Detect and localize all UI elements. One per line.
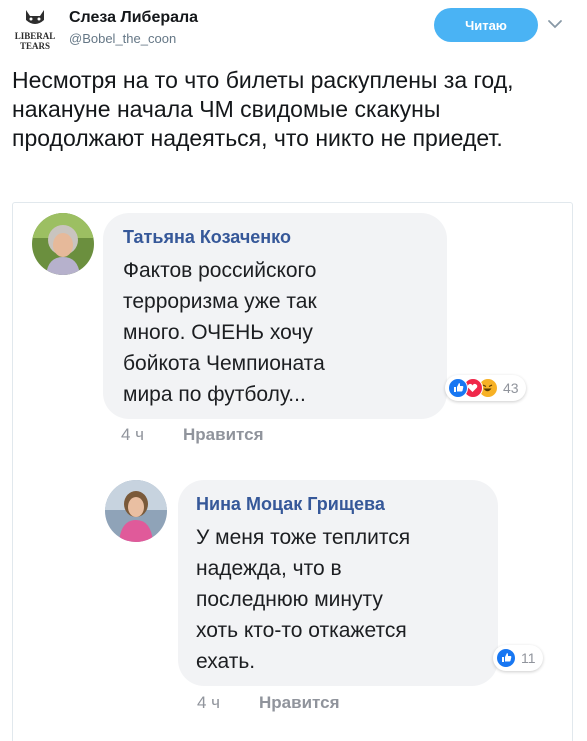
comment-text: У меня тоже теплится надежда, что в посл… xyxy=(196,526,411,673)
like-link[interactable]: Нравится xyxy=(259,693,340,713)
tweet-header: LIBERAL TEARS Слеза Либерала @Bobel_the_… xyxy=(0,0,587,60)
comment-text: Фактов российского терроризма уже так мн… xyxy=(123,259,325,406)
attached-image[interactable]: Татьяна Козаченко Фактов российского тер… xyxy=(12,202,573,741)
author-handle[interactable]: @Bobel_the_coon xyxy=(69,31,176,46)
logo-text-tears: TEARS xyxy=(20,41,50,51)
reaction-count: 11 xyxy=(521,650,536,666)
reaction-summary[interactable]: 43 xyxy=(445,375,526,401)
chevron-down-icon[interactable] xyxy=(545,14,565,34)
comment-bubble: Нина Моцак Грищева У меня тоже теплится … xyxy=(178,480,498,686)
comment-timestamp[interactable]: 4 ч xyxy=(121,425,144,445)
like-icon xyxy=(496,648,516,668)
like-link[interactable]: Нравится xyxy=(183,425,264,445)
avatar[interactable] xyxy=(105,480,167,542)
reaction-summary[interactable]: 11 xyxy=(493,645,543,671)
like-icon xyxy=(448,378,468,398)
reaction-count: 43 xyxy=(503,380,519,396)
commenter-name[interactable]: Татьяна Козаченко xyxy=(123,227,291,248)
commenter-name[interactable]: Нина Моцак Грищева xyxy=(196,494,385,515)
liberal-tears-logo[interactable]: LIBERAL TEARS xyxy=(14,6,56,52)
avatar[interactable] xyxy=(32,213,94,275)
comment-bubble: Татьяна Козаченко Фактов российского тер… xyxy=(103,213,447,419)
following-button[interactable]: Читаю xyxy=(434,8,538,42)
comment-timestamp[interactable]: 4 ч xyxy=(197,693,220,713)
author-name[interactable]: Слеза Либерала xyxy=(69,9,198,27)
logo-text-liberal: LIBERAL xyxy=(15,31,56,41)
tweet-text: Несмотря на то что билеты раскуплены за … xyxy=(12,67,514,151)
